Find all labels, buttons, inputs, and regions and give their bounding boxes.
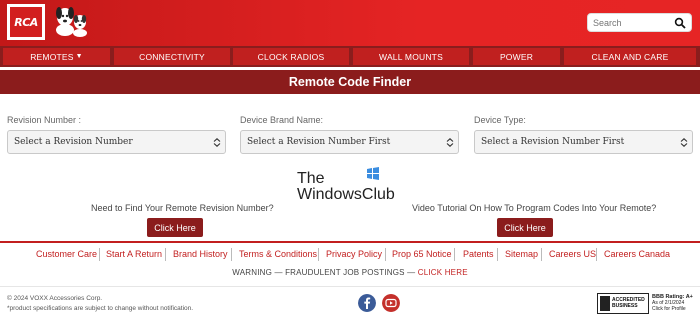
link-separator bbox=[497, 248, 498, 261]
rca-logo-text: RCA bbox=[10, 7, 42, 37]
device-brand-value: Select a Revision Number First bbox=[247, 137, 391, 147]
fraud-warning-text: WARNING — FRAUDULENT JOB POSTINGS — bbox=[232, 268, 416, 277]
link-separator bbox=[541, 248, 542, 261]
device-type-select[interactable]: Select a Revision Number First bbox=[474, 130, 693, 154]
find-revision-button[interactable]: Click Here bbox=[147, 218, 203, 237]
revision-number-select[interactable]: Select a Revision Number bbox=[7, 130, 226, 154]
search-icon[interactable] bbox=[674, 17, 686, 29]
revision-help-text: Need to Find Your Remote Revision Number… bbox=[91, 203, 274, 213]
nav-item-wall-mounts[interactable]: WALL MOUNTS bbox=[353, 48, 469, 65]
windows-logo-icon bbox=[367, 167, 379, 180]
link-privacy-policy[interactable]: Privacy Policy bbox=[326, 249, 382, 259]
nav-item-connectivity[interactable]: CONNECTIVITY bbox=[114, 48, 230, 65]
site-header: RCA bbox=[0, 0, 700, 46]
device-brand-select[interactable]: Select a Revision Number First bbox=[240, 130, 459, 154]
page-title: Remote Code Finder bbox=[0, 70, 700, 94]
link-separator bbox=[165, 248, 166, 261]
link-separator bbox=[596, 248, 597, 261]
facebook-icon[interactable] bbox=[358, 294, 376, 312]
nav-item-remotes[interactable]: REMOTES ▼ bbox=[3, 48, 110, 65]
device-type-label: Device Type: bbox=[474, 115, 526, 125]
copyright-text: © 2024 VOXX Accessories Corp. bbox=[7, 295, 103, 302]
footer-links: Customer Care Start A Return Brand Histo… bbox=[0, 246, 700, 262]
copyright: © 2024 VOXX Accessories Corp. *product s… bbox=[7, 294, 193, 314]
nav-item-label: REMOTES bbox=[30, 51, 74, 62]
video-tutorial-button[interactable]: Click Here bbox=[497, 218, 553, 237]
nav-item-power[interactable]: POWER bbox=[473, 48, 560, 65]
link-separator bbox=[231, 248, 232, 261]
link-sitemap[interactable]: Sitemap bbox=[505, 249, 538, 259]
bbb-rating: BBB Rating: A+ As of 2/1/2024 Click for … bbox=[652, 294, 693, 312]
select-arrows-icon bbox=[446, 138, 454, 147]
link-careers-canada[interactable]: Careers Canada bbox=[604, 249, 670, 259]
nav-item-clock-radios[interactable]: CLOCK RADIOS bbox=[233, 48, 349, 65]
rca-logo[interactable]: RCA bbox=[7, 4, 45, 40]
video-tutorial-text: Video Tutorial On How To Program Codes I… bbox=[412, 203, 657, 213]
nav-item-label: CLEAN AND CARE bbox=[591, 51, 669, 62]
revision-number-label: Revision Number : bbox=[7, 115, 82, 125]
select-arrows-icon bbox=[213, 138, 221, 147]
link-brand-history[interactable]: Brand History bbox=[173, 249, 228, 259]
search-box[interactable] bbox=[587, 13, 692, 32]
select-arrows-icon bbox=[680, 138, 688, 147]
link-patents[interactable]: Patents bbox=[463, 249, 494, 259]
link-start-a-return[interactable]: Start A Return bbox=[106, 249, 162, 259]
nav-item-label: CONNECTIVITY bbox=[139, 51, 205, 62]
link-separator bbox=[385, 248, 386, 261]
link-careers-us[interactable]: Careers US bbox=[549, 249, 596, 259]
main-nav: REMOTES ▼ CONNECTIVITY CLOCK RADIOS WALL… bbox=[0, 46, 700, 67]
fraud-warning-link[interactable]: CLICK HERE bbox=[418, 268, 468, 277]
link-separator bbox=[99, 248, 100, 261]
disclaimer-text: *product specifications are subject to c… bbox=[7, 305, 194, 312]
device-type-value: Select a Revision Number First bbox=[481, 137, 625, 147]
footer-divider bbox=[0, 286, 700, 287]
watermark-line2: WindowsClub bbox=[297, 186, 395, 203]
search-input[interactable] bbox=[593, 16, 673, 30]
bbb-badge[interactable]: ACCREDITED BUSINESS BBB Rating: A+ As of… bbox=[597, 293, 693, 314]
watermark: The WindowsClub bbox=[297, 171, 395, 203]
caret-down-icon: ▼ bbox=[75, 53, 83, 60]
link-separator bbox=[318, 248, 319, 261]
bbb-profile-link: Click for Profile bbox=[652, 306, 686, 312]
fraud-warning: WARNING — FRAUDULENT JOB POSTINGS — CLIC… bbox=[0, 268, 700, 277]
youtube-icon[interactable] bbox=[382, 294, 400, 312]
device-brand-label: Device Brand Name: bbox=[240, 115, 324, 125]
watermark-line1: The bbox=[297, 170, 325, 187]
nav-item-label: POWER bbox=[499, 51, 534, 62]
nav-item-label: CLOCK RADIOS bbox=[257, 51, 325, 62]
bbb-logo: ACCREDITED BUSINESS bbox=[597, 293, 649, 314]
link-terms-conditions[interactable]: Terms & Conditions bbox=[239, 249, 317, 259]
link-separator bbox=[454, 248, 455, 261]
dog-mascots-icon bbox=[56, 7, 87, 37]
revision-number-value: Select a Revision Number bbox=[14, 137, 133, 147]
bbb-torch-icon bbox=[600, 296, 610, 311]
nav-item-label: WALL MOUNTS bbox=[379, 51, 443, 62]
link-prop-65-notice[interactable]: Prop 65 Notice bbox=[392, 249, 452, 259]
divider bbox=[0, 241, 700, 243]
bbb-accredited-text: ACCREDITED BUSINESS bbox=[612, 297, 645, 309]
link-customer-care[interactable]: Customer Care bbox=[36, 249, 97, 259]
nav-item-clean-and-care[interactable]: CLEAN AND CARE bbox=[564, 48, 696, 65]
